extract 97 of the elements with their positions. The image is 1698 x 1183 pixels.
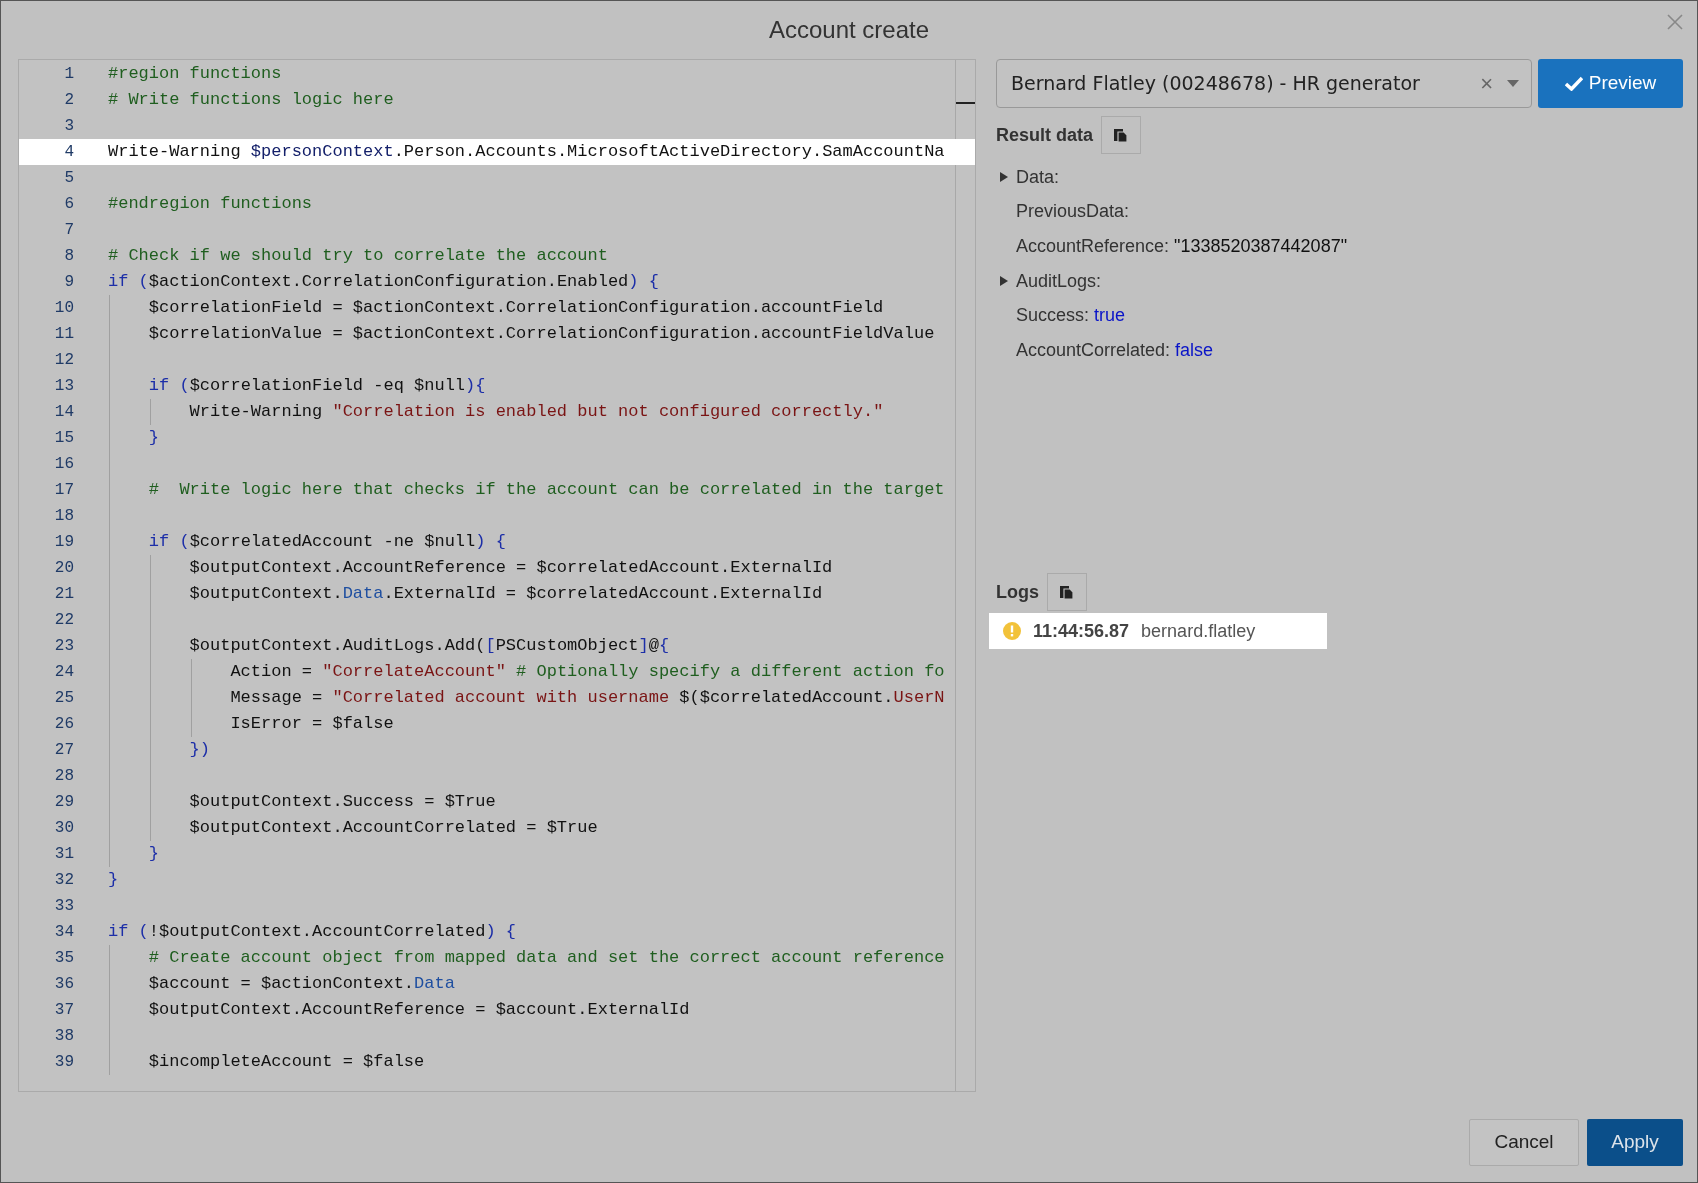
line-number: 25 <box>53 688 74 709</box>
result-key: Data: <box>1016 163 1060 191</box>
line-number: 32 <box>53 870 74 891</box>
expand-icon[interactable] <box>999 172 1009 183</box>
preview-button[interactable]: Preview <box>1538 59 1683 108</box>
code-line: $incompleteAccount = $false <box>147 1051 425 1074</box>
line-number: 4 <box>63 142 74 163</box>
log-user: bernard.flatley <box>1141 619 1256 643</box>
code-line: #region functions <box>108 63 282 86</box>
line-number: 15 <box>53 428 74 449</box>
line-number: 39 <box>53 1052 74 1073</box>
code-line: $outputContext.AccountReference = $correlatedAccount.ExternalId <box>188 557 833 580</box>
line-number: 36 <box>53 974 74 995</box>
line-number: 35 <box>53 948 74 969</box>
code-line: $outputContext.Success = $True <box>188 791 496 814</box>
line-number: 13 <box>53 376 74 397</box>
line-number: 1 <box>63 64 74 85</box>
result-key: Success: <box>1016 302 1090 330</box>
section-heading: Result data <box>996 123 1094 147</box>
code-line: } <box>147 843 159 866</box>
result-key: AuditLogs: <box>1016 267 1102 295</box>
line-number: 19 <box>53 532 74 553</box>
result-key: AccountReference: <box>1016 233 1170 260</box>
line-number: 26 <box>53 714 74 735</box>
line-number: 2 <box>63 90 74 111</box>
line-number: 16 <box>53 454 74 475</box>
line-number: 6 <box>63 194 74 215</box>
result-value: true <box>1094 304 1126 328</box>
copy-button[interactable] <box>1101 116 1142 154</box>
caret-icon[interactable] <box>1507 80 1519 87</box>
copy-icon <box>1060 584 1074 600</box>
line-number: 3 <box>63 116 74 137</box>
code-line: $outputContext.Data.ExternalId = $correlatedAccount.ExternalId <box>188 583 823 606</box>
line-number: 34 <box>53 922 74 943</box>
line-number: 38 <box>53 1026 74 1047</box>
section-heading: Logs <box>996 580 1039 604</box>
line-number: 17 <box>53 480 74 501</box>
line-number: 23 <box>53 636 74 657</box>
code-editor[interactable] <box>18 59 976 1092</box>
line-number: 9 <box>63 272 74 293</box>
code-line: # Write functions logic here <box>108 89 394 112</box>
copy-button[interactable] <box>1047 573 1087 611</box>
line-number: 28 <box>53 766 74 787</box>
code-line: #endregion functions <box>108 193 313 216</box>
code-line: if ($actionContext.CorrelationConfiguration.Enabled) { <box>108 271 659 294</box>
line-number: 29 <box>53 792 74 813</box>
check-icon <box>1564 76 1583 91</box>
result-value: "1338520387442087" <box>1174 235 1348 258</box>
line-number: 33 <box>53 896 74 917</box>
line-number: 27 <box>53 740 74 761</box>
code-line: $account = $actionContext.Data <box>147 973 455 996</box>
log-time: 11:44:56.87 <box>1033 619 1130 643</box>
selected-person: Bernard Flatley (00248678) - HR generator <box>1011 71 1421 97</box>
line-number: 10 <box>53 298 74 319</box>
apply-button[interactable]: Apply <box>1587 1119 1683 1166</box>
line-number: 31 <box>53 844 74 865</box>
person-dropdown[interactable]: Bernard Flatley (00248678) - HR generator × <box>996 59 1532 108</box>
code-line: # Check if we should try to correlate the account <box>108 245 608 268</box>
line-number: 20 <box>53 558 74 579</box>
code-line: $correlationValue = $actionContext.CorrelationConfiguration.accountFieldValue <box>147 323 935 346</box>
code-line: # Write logic here that checks if the account can be correlated in the target <box>147 479 945 502</box>
code-line: $outputContext.AuditLogs.Add([PSCustomObject]@{ <box>188 635 670 658</box>
cancel-button[interactable]: Cancel <box>1469 1119 1579 1166</box>
warning-icon <box>1003 622 1021 640</box>
code-line: if ($correlationField -eq $null){ <box>147 375 486 398</box>
line-number: 30 <box>53 818 74 839</box>
code-line: }) <box>188 739 211 762</box>
copy-icon <box>1114 127 1129 143</box>
line-number: 14 <box>53 402 74 423</box>
code-line: if ($correlatedAccount -ne $null) { <box>147 531 506 554</box>
code-line: $outputContext.AccountReference = $account.ExternalId <box>147 999 690 1022</box>
code-line: Action = "CorrelateAccount" # Optionally specify a different action fo <box>229 661 945 684</box>
line-number: 21 <box>53 584 74 605</box>
line-number: 18 <box>53 506 74 527</box>
result-key: PreviousData: <box>1016 198 1130 226</box>
code-line: # Create account object from mapped data and set the correct account reference <box>147 947 945 970</box>
code-line: Write-Warning "Correlation is enabled but not configured correctly." <box>188 401 884 424</box>
result-key: AccountCorrelated: <box>1016 336 1171 364</box>
code-line: $correlationField = $actionContext.CorrelationConfiguration.accountField <box>147 297 884 320</box>
code-line: } <box>147 427 159 450</box>
code-line: $outputContext.AccountCorrelated = $True <box>188 817 598 840</box>
code-line: Message = "Correlated account with username $($correlatedAccount.UserN <box>229 687 945 710</box>
expand-icon[interactable] <box>999 276 1009 287</box>
result-value: false <box>1175 338 1214 362</box>
line-number: 7 <box>63 220 74 241</box>
line-number: 12 <box>53 350 74 371</box>
code-line: } <box>108 869 119 892</box>
code-line: if (!$outputContext.AccountCorrelated) { <box>108 921 517 944</box>
line-number: 5 <box>63 168 74 189</box>
line-number: 24 <box>53 662 74 683</box>
code-line: Write-Warning $personContext.Person.Accounts.MicrosoftActiveDirectory.SamAccountNa <box>108 141 945 164</box>
dialog-title: Account create <box>768 15 930 45</box>
line-number: 37 <box>53 1000 74 1021</box>
line-number: 22 <box>53 610 74 631</box>
line-number: 11 <box>53 324 74 345</box>
line-number: 8 <box>63 246 74 267</box>
code-line: IsError = $false <box>229 713 394 736</box>
